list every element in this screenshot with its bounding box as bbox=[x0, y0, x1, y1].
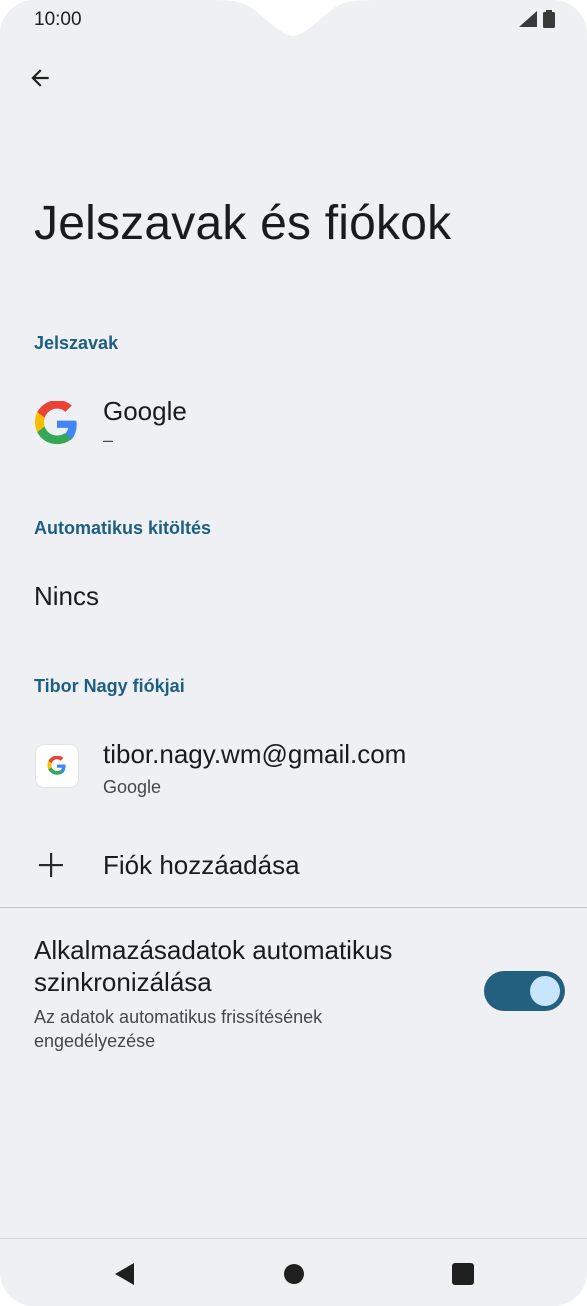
signal-icon bbox=[519, 11, 537, 27]
divider bbox=[0, 907, 587, 908]
system-nav-bar bbox=[0, 1238, 587, 1306]
google-logo-icon bbox=[34, 401, 77, 445]
plus-icon bbox=[39, 853, 63, 877]
account-avatar bbox=[36, 745, 78, 787]
autofill-service-value[interactable]: Nincs bbox=[34, 581, 99, 612]
toggle-knob bbox=[530, 976, 560, 1006]
recents-square-icon bbox=[452, 1263, 474, 1285]
arrow-left-icon bbox=[31, 69, 49, 87]
back-triangle-icon bbox=[115, 1263, 134, 1285]
section-header-autofill: Automatikus kitöltés bbox=[34, 518, 212, 538]
account-provider: Google bbox=[103, 777, 162, 797]
auto-sync-description: Az adatok automatikus frissítésének enge… bbox=[34, 1007, 323, 1051]
add-account-label: Fiók hozzáadása bbox=[103, 850, 300, 880]
nav-home-button[interactable] bbox=[279, 1259, 309, 1289]
section-header-accounts: Tibor Nagy fiókjai bbox=[34, 676, 185, 696]
google-passwords-title: Google bbox=[103, 396, 187, 426]
status-time: 10:00 bbox=[34, 9, 82, 30]
nav-recents-button[interactable] bbox=[448, 1259, 478, 1289]
section-header-passwords: Jelszavak bbox=[34, 333, 119, 353]
page-title: Jelszavak és fiókok bbox=[34, 197, 452, 250]
account-email: tibor.nagy.wm@gmail.com bbox=[103, 739, 407, 769]
battery-icon bbox=[543, 10, 555, 28]
home-circle-icon bbox=[284, 1264, 304, 1284]
google-logo-icon bbox=[47, 756, 66, 775]
back-button[interactable] bbox=[22, 60, 58, 96]
auto-sync-title: Alkalmazásadatok automatikus szinkronizá… bbox=[34, 935, 393, 997]
auto-sync-toggle[interactable] bbox=[484, 971, 565, 1011]
display-notch bbox=[0, 0, 587, 36]
status-icons bbox=[519, 10, 555, 28]
google-passwords-subtitle: – bbox=[103, 430, 114, 450]
nav-back-button[interactable] bbox=[109, 1259, 139, 1289]
phone-screen: 10:00 Jelszavak és fiókok Jelszavak Goog… bbox=[0, 0, 587, 1306]
